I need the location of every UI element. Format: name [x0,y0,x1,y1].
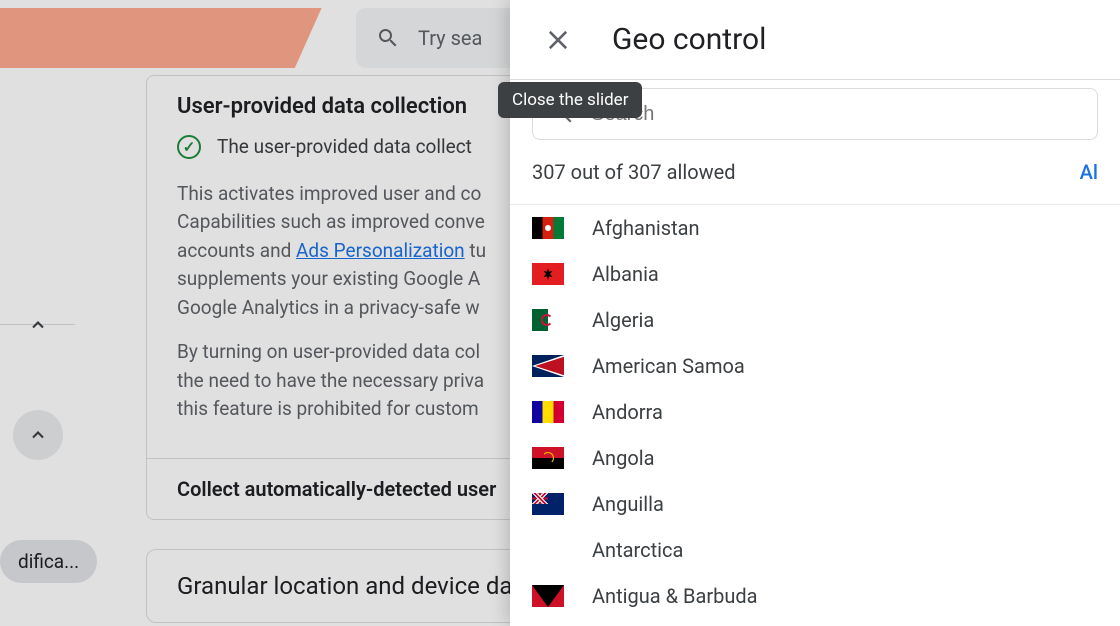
collapse-button-2[interactable] [13,410,63,460]
flag-icon [532,539,564,561]
country-item[interactable]: American Samoa [510,343,1120,389]
close-slider-button[interactable] [532,14,584,66]
slider-header: Geo control [510,0,1120,80]
check-icon [177,135,201,159]
redacted-area [0,8,335,68]
flag-icon [532,447,564,469]
country-name: Albania [592,262,659,286]
flag-icon [532,493,564,515]
allow-action[interactable]: Al [1080,160,1098,184]
country-name: Antigua & Barbuda [592,584,758,608]
allowed-count: 307 out of 307 allowed [532,160,736,184]
country-name: Andorra [592,400,663,424]
flag-icon [532,309,564,331]
country-item[interactable]: Andorra [510,389,1120,435]
chevron-up-icon [28,425,48,445]
close-icon [544,26,572,54]
flag-icon [532,263,564,285]
sidebar-separator [0,324,75,325]
count-row: 307 out of 307 allowed Al [510,140,1120,205]
ack-text: The user-provided data collect [217,133,472,162]
flag-icon [532,585,564,607]
country-item[interactable]: Albania [510,251,1120,297]
country-item[interactable]: Anguilla [510,481,1120,527]
country-name: Algeria [592,308,654,332]
country-item[interactable]: Afghanistan [510,205,1120,251]
country-item[interactable]: Antarctica [510,527,1120,573]
close-tooltip: Close the slider [498,82,642,118]
country-item[interactable]: Angola [510,435,1120,481]
flag-icon [532,217,564,239]
country-name: Anguilla [592,492,664,516]
chevron-up-icon [28,315,48,335]
sidebar-pill[interactable]: difica... [0,540,97,583]
country-search-input[interactable] [591,103,1079,126]
flag-icon [532,401,564,423]
country-name: Afghanistan [592,216,700,240]
country-name: American Samoa [592,354,745,378]
ads-personalization-link[interactable]: Ads Personalization [296,239,465,262]
country-name: Antarctica [592,538,683,562]
country-name: Angola [592,446,654,470]
search-icon [376,26,400,50]
country-item[interactable]: Antigua & Barbuda [510,573,1120,619]
top-search-placeholder: Try sea [418,26,482,50]
collapse-button-1[interactable] [13,300,63,350]
flag-icon [532,355,564,377]
country-item[interactable]: Algeria [510,297,1120,343]
slider-title: Geo control [612,22,766,57]
country-list: Afghanistan Albania Algeria American Samoa A… [510,205,1120,626]
